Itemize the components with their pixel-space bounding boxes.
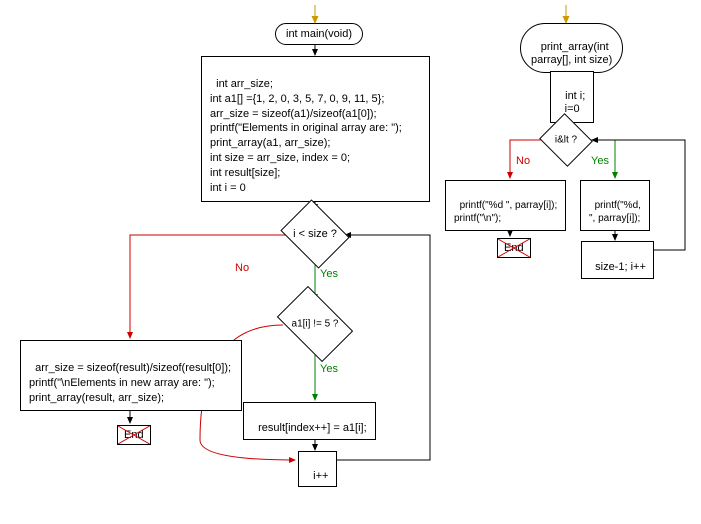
main-end: End	[117, 425, 151, 445]
sub-cond-text: i&lt ?	[555, 135, 577, 146]
sub-left: printf("%d ", parray[i]); printf("\n");	[445, 180, 566, 231]
sub-end: End	[497, 238, 531, 258]
sub-cond: i&lt ?	[546, 122, 586, 158]
sub-start-label: print_array(int parray[], int size)	[531, 41, 612, 66]
sub-right: printf("%d, ", parray[i]);	[580, 180, 650, 231]
sub-init: int i; i=0	[550, 71, 594, 123]
sub-init-text: int i; i=0	[565, 90, 586, 115]
main-cond2-text: a1[i] != 5 ?	[292, 319, 339, 330]
sub-inc-text: size-1; i++	[595, 261, 646, 273]
sub-cond-no: No	[516, 155, 530, 167]
main-block1-text: int arr_size; int a1[] ={1, 2, 0, 3, 5, …	[210, 78, 402, 194]
main-inc-text: i++	[313, 470, 328, 482]
sub-right-text: printf("%d, ", parray[i]);	[589, 200, 641, 224]
sub-start: print_array(int parray[], int size)	[520, 23, 623, 73]
main-assign: result[index++] = a1[i];	[243, 402, 376, 440]
sub-inc: size-1; i++	[581, 241, 654, 279]
main-start: int main(void)	[275, 23, 363, 45]
main-final: arr_size = sizeof(result)/sizeof(result[…	[20, 340, 242, 411]
main-cond2-yes: Yes	[320, 363, 338, 375]
main-block1: int arr_size; int a1[] ={1, 2, 0, 3, 5, …	[201, 56, 430, 202]
main-inc: i++	[298, 451, 337, 487]
main-end-text: End	[124, 429, 144, 441]
main-cond1: i < size ?	[288, 212, 342, 256]
main-final-text: arr_size = sizeof(result)/sizeof(result[…	[29, 362, 231, 404]
sub-left-text: printf("%d ", parray[i]); printf("\n");	[454, 200, 557, 224]
main-cond1-no: No	[235, 262, 249, 274]
main-assign-text: result[index++] = a1[i];	[258, 422, 367, 434]
main-cond2: a1[i] != 5 ?	[283, 302, 347, 346]
sub-cond-yes: Yes	[591, 155, 609, 167]
sub-end-text: End	[504, 242, 524, 254]
main-cond1-yes: Yes	[320, 268, 338, 280]
main-cond1-text: i < size ?	[293, 228, 337, 240]
main-start-label: int main(void)	[286, 28, 352, 40]
